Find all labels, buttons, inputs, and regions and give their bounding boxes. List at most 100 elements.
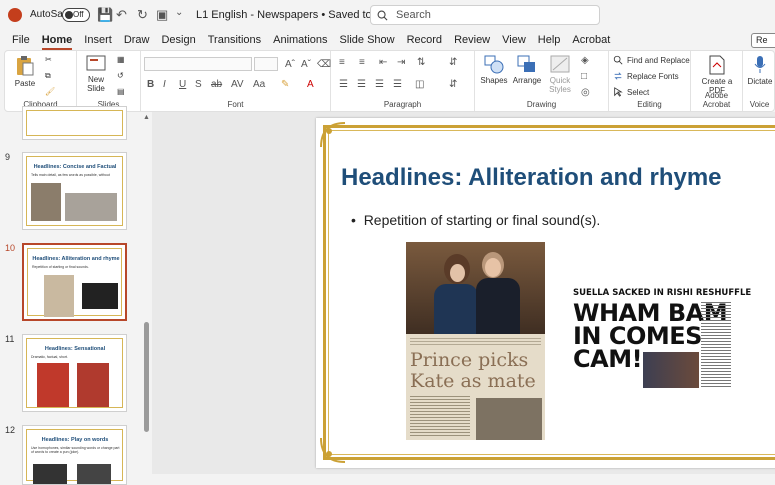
align-text-icon[interactable]: ⇵: [449, 79, 457, 90]
slide-bullet[interactable]: • Repetition of starting or final sound(…: [351, 212, 600, 228]
shapes-button[interactable]: Shapes: [479, 54, 509, 85]
arrange-button[interactable]: Arrange: [511, 54, 543, 85]
save-icon[interactable]: 💾: [97, 7, 113, 23]
strikethrough-icon[interactable]: ab: [211, 79, 222, 90]
title-bar: AutoSave Off 💾 ↶ ↻ ▣ ⌄ L1 English - News…: [0, 0, 775, 30]
quick-styles-icon: [550, 55, 570, 73]
font-color-icon[interactable]: A: [307, 79, 314, 90]
format-painter-icon[interactable]: 🖌: [45, 87, 55, 96]
ribbon: Paste ✂ ⧉ 🖌 Clipboard New Slide ▦ ↺ ▤ Sl…: [4, 50, 775, 112]
slide-thumbnail-8[interactable]: [22, 106, 127, 140]
underline-icon[interactable]: U: [179, 79, 186, 90]
decrease-font-icon[interactable]: Aˇ: [301, 59, 311, 70]
new-slide-button[interactable]: New Slide: [81, 55, 111, 93]
drawing-label: Drawing: [526, 100, 557, 109]
voice-label: Voice: [749, 100, 770, 109]
tab-home[interactable]: Home: [41, 30, 73, 50]
spacing-icon[interactable]: AV: [231, 79, 244, 90]
article-text-lines: [701, 302, 731, 388]
thumb-title: Headlines: Concise and Factual: [33, 164, 117, 170]
thumb-image: [82, 283, 118, 309]
customize-toolbar-icon[interactable]: ⌄: [175, 7, 183, 18]
quick-styles-button[interactable]: Quick Styles: [545, 54, 575, 94]
italic-icon[interactable]: I: [163, 79, 166, 90]
line-spacing-icon[interactable]: ⇅: [417, 57, 425, 68]
align-left-icon[interactable]: ☰: [339, 79, 348, 90]
create-pdf-button[interactable]: Create a PDF: [697, 55, 737, 95]
replace-fonts-button[interactable]: Replace Fonts: [613, 71, 679, 81]
article-text-lines: [410, 396, 470, 436]
font-size-select[interactable]: [254, 57, 278, 71]
present-icon[interactable]: ▣: [156, 7, 168, 23]
shape-fill-icon[interactable]: ◈: [581, 55, 589, 66]
section-icon[interactable]: ▤: [117, 87, 125, 96]
tab-file[interactable]: File: [12, 30, 30, 50]
slide-title[interactable]: Headlines: Alliteration and rhyme: [341, 164, 722, 192]
cut-icon[interactable]: ✂: [45, 55, 52, 64]
change-case-icon[interactable]: Aa: [253, 79, 265, 90]
tab-record[interactable]: Record: [407, 30, 442, 50]
paragraph-label: Paragraph: [383, 100, 422, 109]
article-photo: [476, 398, 542, 440]
search-input[interactable]: Search: [370, 5, 600, 25]
thumb-text: Use homophones, similar sounding words o…: [31, 446, 120, 454]
tab-slide-show[interactable]: Slide Show: [340, 30, 395, 50]
tab-transitions[interactable]: Transitions: [208, 30, 261, 50]
tab-acrobat[interactable]: Acrobat: [572, 30, 610, 50]
columns-icon[interactable]: ◫: [415, 79, 424, 90]
bold-icon[interactable]: B: [147, 79, 154, 90]
clear-format-icon[interactable]: ⌫: [317, 59, 331, 70]
align-center-icon[interactable]: ☰: [357, 79, 366, 90]
align-right-icon[interactable]: ☰: [375, 79, 384, 90]
shape-outline-icon[interactable]: □: [581, 71, 587, 82]
caption-text-lines: [410, 338, 541, 346]
tab-help[interactable]: Help: [538, 30, 561, 50]
font-label: Font: [227, 100, 244, 109]
increase-font-icon[interactable]: Aˆ: [285, 59, 295, 70]
newspaper-clipping-prince[interactable]: Prince picks Kate as mate: [406, 242, 545, 440]
highlight-icon[interactable]: ✎: [281, 79, 289, 90]
current-slide[interactable]: Headlines: Alliteration and rhyme • Repe…: [316, 118, 775, 468]
slide-thumbnail-12[interactable]: Headlines: Play on words Use homophones,…: [22, 425, 127, 485]
tab-review[interactable]: Review: [454, 30, 490, 50]
editing-group: Find and Replace Replace Fonts Select Ed…: [609, 51, 691, 111]
thumb-title: Headlines: Sensational: [44, 346, 106, 352]
thumb-title: Headlines: Play on words: [41, 437, 109, 443]
text-direction-icon[interactable]: ⇵: [449, 57, 457, 68]
dictate-button[interactable]: Dictate: [745, 55, 775, 86]
slide-thumbnail-11[interactable]: Headlines: Sensational Dramatic, factual…: [22, 334, 127, 412]
layout-icon[interactable]: ▦: [117, 55, 125, 64]
scroll-up-icon[interactable]: ▲: [143, 114, 150, 121]
bullets-icon[interactable]: ≡: [339, 57, 345, 68]
reset-icon[interactable]: ↺: [117, 71, 124, 80]
shape-effects-icon[interactable]: ◎: [581, 87, 590, 98]
thumbnail-scrollbar[interactable]: ▲: [141, 112, 152, 474]
select-button[interactable]: Select: [613, 87, 649, 97]
slide-thumbnail-10[interactable]: Headlines: Alliteration and rhyme Repeti…: [22, 243, 127, 321]
undo-icon[interactable]: ↶: [116, 7, 127, 23]
find-replace-button[interactable]: Find and Replace: [613, 55, 690, 65]
tab-draw[interactable]: Draw: [124, 30, 150, 50]
numbering-icon[interactable]: ≡: [359, 57, 365, 68]
record-button[interactable]: Re: [751, 33, 775, 48]
tab-animations[interactable]: Animations: [273, 30, 327, 50]
tab-insert[interactable]: Insert: [84, 30, 112, 50]
newspaper-clipping-wham-bam[interactable]: SUELLA SACKED IN RISHI RESHUFFLE WHAM BA…: [573, 288, 751, 390]
powerpoint-app-icon: [8, 8, 22, 22]
justify-icon[interactable]: ☰: [393, 79, 402, 90]
scroll-thumb[interactable]: [144, 322, 149, 432]
paste-button[interactable]: Paste: [11, 55, 39, 88]
tab-design[interactable]: Design: [161, 30, 195, 50]
font-family-select[interactable]: [144, 57, 252, 71]
newspaper-headline: Prince picks Kate as mate: [410, 349, 536, 392]
shadow-icon[interactable]: S: [195, 79, 202, 90]
decrease-indent-icon[interactable]: ⇤: [379, 57, 387, 68]
tab-view[interactable]: View: [502, 30, 526, 50]
copy-icon[interactable]: ⧉: [45, 71, 51, 81]
slide-thumbnail-9[interactable]: Headlines: Concise and Factual Tells mai…: [22, 152, 127, 230]
corner-ornament-icon: [320, 437, 346, 463]
editing-label: Editing: [637, 100, 662, 109]
redo-icon[interactable]: ↻: [137, 7, 148, 23]
thumb-image: [77, 464, 111, 484]
increase-indent-icon[interactable]: ⇥: [397, 57, 405, 68]
